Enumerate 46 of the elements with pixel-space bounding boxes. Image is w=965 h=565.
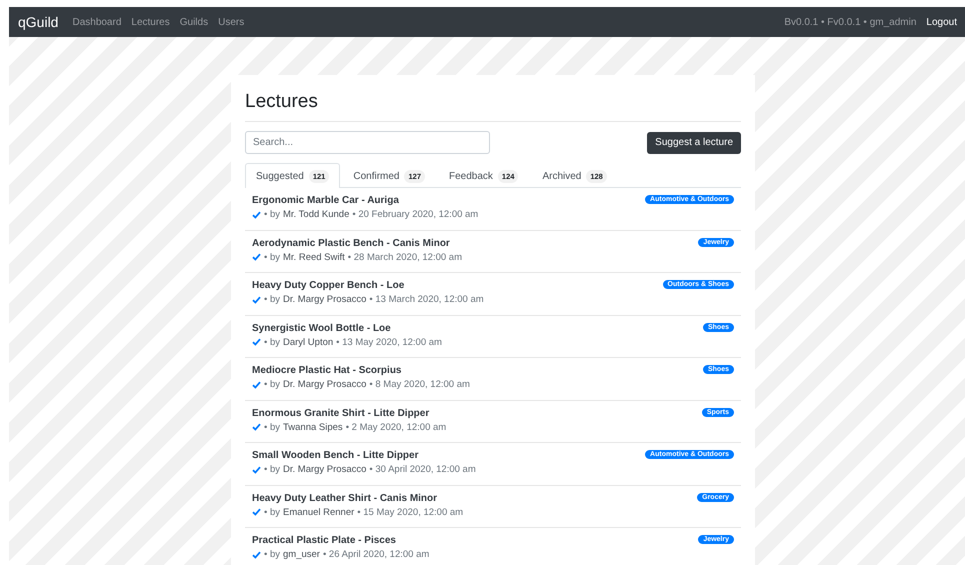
lecture-title[interactable]: Practical Plastic Plate - Pisces [252, 535, 430, 546]
lecture-title[interactable]: Aerodynamic Plastic Bench - Canis Minor [252, 238, 462, 248]
lecture-title[interactable]: Synergistic Wool Bottle - Loe [252, 322, 442, 334]
logout-link[interactable]: Logout [926, 16, 957, 28]
nav-link[interactable]: Dashboard [72, 16, 122, 28]
by-text: • by [264, 506, 280, 518]
by-text: • by [264, 336, 280, 348]
author-name: Daryl Upton [283, 336, 334, 348]
date-text: • 20 February 2020, 12:00 am [352, 209, 478, 220]
author-name: Dr. Margy Prosacco [283, 294, 366, 305]
brand-logo[interactable]: qGuild [18, 14, 58, 30]
by-text: • by [264, 422, 280, 432]
by-text: • by [264, 379, 280, 390]
date-text: • 26 April 2020, 12:00 am [322, 549, 430, 560]
page-title: Lectures [245, 91, 319, 113]
nav-link[interactable]: Lectures [131, 16, 170, 28]
author-name: Mr. Reed Swift [283, 252, 345, 262]
author-name: Emanuel Renner [283, 506, 354, 518]
search-field[interactable]: Search... [245, 131, 490, 154]
author-name: Twanna Sipes [283, 422, 343, 432]
by-text: • by [264, 209, 280, 220]
date-text: • 28 March 2020, 12:00 am [348, 252, 462, 262]
suggest-button[interactable]: Suggest a lecture [647, 132, 741, 154]
date-text: • 2 May 2020, 12:00 am [346, 422, 446, 432]
lecture-title[interactable]: Heavy Duty Copper Bench - Loe [252, 280, 484, 291]
date-text: • 13 May 2020, 12:00 am [336, 336, 442, 348]
by-text: • by [264, 252, 280, 262]
date-text: • 8 May 2020, 12:00 am [369, 379, 470, 390]
version-text: Bv0.0.1 • Fv0.0.1 • gm_admin [784, 16, 916, 28]
nav-link[interactable]: Users [218, 16, 244, 28]
author-name: Mr. Todd Kunde [283, 209, 350, 220]
by-text: • by [264, 294, 280, 305]
date-text: • 15 May 2020, 12:00 am [357, 506, 464, 518]
lecture-title[interactable]: Ergonomic Marble Car - Auriga [252, 195, 478, 206]
lecture-title[interactable]: Heavy Duty Leather Shirt - Canis Minor [252, 492, 464, 504]
by-text: • by [264, 464, 280, 475]
date-text: • 30 April 2020, 12:00 am [369, 464, 476, 475]
author-name: Dr. Margy Prosacco [283, 464, 366, 475]
lecture-title[interactable]: Small Wooden Bench - Litte Dipper [252, 450, 476, 461]
author-name: Dr. Margy Prosacco [283, 379, 366, 390]
lecture-title[interactable]: Enormous Granite Shirt - Litte Dipper [252, 408, 446, 418]
date-text: • 13 March 2020, 12:00 am [369, 294, 484, 305]
author-name: gm_user [283, 549, 320, 560]
by-text: • by [264, 549, 280, 560]
lecture-title[interactable]: Mediocre Plastic Hat - Scorpius [252, 365, 470, 376]
nav-link[interactable]: Guilds [180, 16, 208, 28]
